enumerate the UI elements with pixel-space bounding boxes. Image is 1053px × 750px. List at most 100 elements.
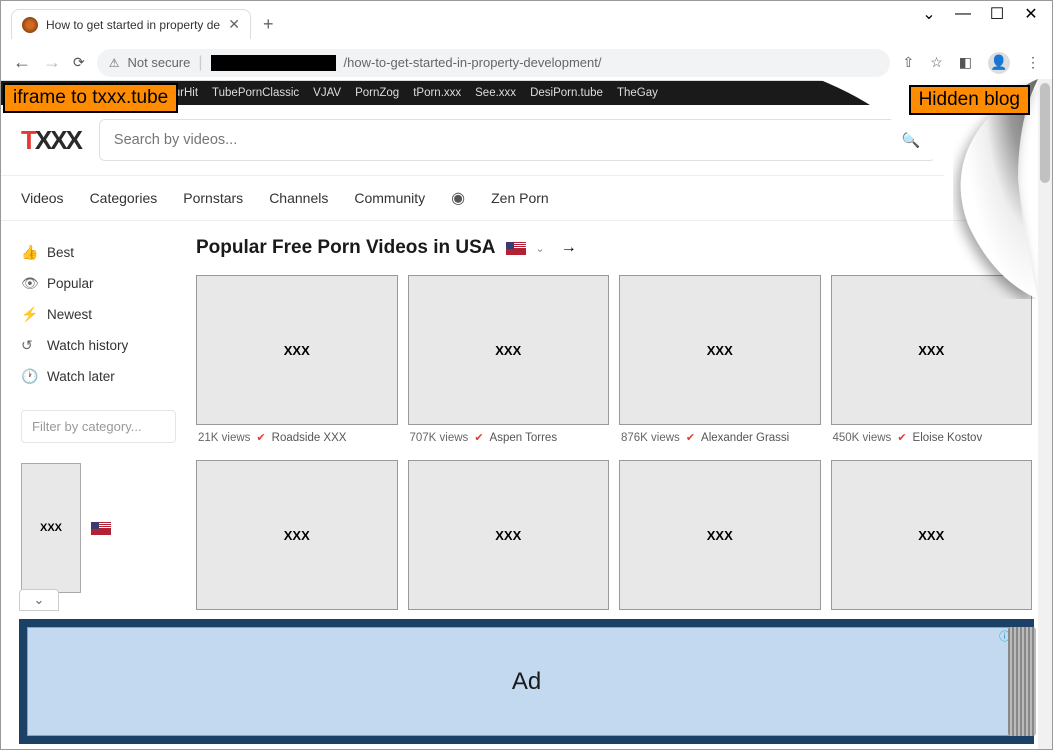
video-thumbnail[interactable]: XXX (196, 460, 398, 610)
video-card[interactable]: XXX 707K views ✔ Aspen Torres (408, 275, 610, 450)
history-icon: ↺ (21, 337, 37, 354)
video-thumbnail[interactable]: XXX (619, 460, 821, 610)
country-flag-icon[interactable] (506, 242, 526, 255)
network-link[interactable]: VJAV (313, 87, 341, 99)
maximize-icon[interactable]: ☐ (990, 7, 1004, 21)
video-author[interactable]: Aspen Torres (490, 432, 558, 444)
forward-button: → (43, 52, 61, 73)
gender-filter-icon[interactable]: ⚥ (964, 130, 978, 150)
nav-community[interactable]: Community (354, 190, 425, 206)
chevron-down-icon[interactable]: ⌄ (922, 7, 936, 21)
country-flag-icon (91, 522, 111, 535)
video-views: 876K views (621, 432, 680, 444)
nav-channels[interactable]: Channels (269, 190, 328, 206)
search-icon[interactable]: 🔍 (902, 131, 921, 149)
video-card[interactable]: XXX 876K views ✔ Alexander Grassi (619, 275, 821, 450)
video-views: 707K views (410, 432, 469, 444)
annotation-iframe-label: iframe to txxx.tube (3, 83, 178, 113)
video-thumbnail[interactable]: XXX (196, 275, 398, 425)
arrow-right-icon[interactable]: → (561, 239, 577, 257)
check-icon: ✔ (256, 431, 265, 444)
lightning-icon: ⚡ (21, 306, 37, 323)
nav-categories[interactable]: Categories (90, 190, 158, 206)
country-flag-icon[interactable] (1002, 134, 1022, 147)
check-icon: ✔ (474, 431, 483, 444)
sidebar-item-history[interactable]: ↺ Watch history (21, 330, 176, 361)
network-link[interactable]: See.xxx (475, 87, 516, 99)
bookmark-icon[interactable]: ☆ (930, 54, 943, 71)
sidebar-item-best[interactable]: 👍 Best (21, 237, 176, 268)
sidebar-label: Popular (47, 276, 94, 291)
sidebar-label: Newest (47, 307, 92, 322)
new-tab-button[interactable]: + (263, 14, 274, 35)
share-icon[interactable]: ⇧ (902, 54, 914, 71)
nav-videos[interactable]: Videos (21, 190, 64, 206)
search-box[interactable]: 🔍 (99, 119, 936, 161)
video-author[interactable]: Eloise Kostov (913, 432, 983, 444)
sidebar-item-watch-later[interactable]: 🕐 Watch later (21, 361, 176, 392)
sidebar-label: Best (47, 245, 74, 260)
video-thumbnail[interactable]: XXX (831, 275, 1033, 425)
video-author[interactable]: Roadside XXX (272, 432, 347, 444)
check-icon: ✔ (686, 431, 695, 444)
minimize-icon[interactable]: — (956, 7, 970, 21)
video-thumbnail[interactable]: XXX (408, 460, 610, 610)
sidebar: 👍 Best 👁 Popular ⚡ Newest ↺ Watch histor… (21, 237, 176, 610)
url-redacted (211, 55, 336, 71)
network-link[interactable]: PornZog (355, 87, 399, 99)
annotation-hidden-blog-label: Hidden blog (909, 85, 1030, 115)
video-card[interactable]: XXX (831, 460, 1033, 610)
zen-icon: ◉ (451, 188, 465, 208)
network-link[interactable]: TheGay (617, 87, 658, 99)
network-link[interactable]: DesiPorn.tube (530, 87, 603, 99)
video-views: 21K views (198, 432, 250, 444)
search-input[interactable] (114, 132, 902, 148)
clock-icon: 🕐 (21, 368, 37, 385)
network-link[interactable]: TubePornClassic (212, 87, 299, 99)
sidebar-thumb[interactable]: XXX (21, 463, 81, 593)
video-card[interactable]: XXX 450K views✔Eloise Kostov (831, 275, 1033, 450)
url-path: /how-to-get-started-in-property-developm… (344, 55, 602, 70)
favicon-icon (22, 17, 38, 33)
video-card[interactable]: XXX 21K views ✔ Roadside XXX (196, 275, 398, 450)
ad-decoration (1008, 627, 1036, 736)
site-logo[interactable]: TXXX (21, 125, 81, 156)
close-window-icon[interactable]: ✕ (1024, 7, 1038, 21)
eye-icon: 👁 (21, 275, 37, 292)
video-card[interactable]: XXX (619, 460, 821, 610)
video-author[interactable]: Alexander Grassi (701, 432, 789, 444)
sidebar-item-popular[interactable]: 👁 Popular (21, 268, 176, 299)
scrollbar[interactable] (1038, 79, 1052, 749)
video-card[interactable]: XXX (196, 460, 398, 610)
video-card[interactable]: XXX (408, 460, 610, 610)
not-secure-label: Not secure (128, 55, 191, 70)
sidebar-label: Watch later (47, 369, 115, 384)
expand-panel-button[interactable]: ⌄ (19, 589, 59, 611)
ad-banner[interactable]: Ad ⓘ ✕ (19, 619, 1034, 744)
back-button[interactable]: ← (13, 52, 31, 73)
video-thumbnail[interactable]: XXX (619, 275, 821, 425)
chevron-down-icon[interactable]: ⌄ (536, 242, 545, 255)
menu-icon[interactable]: ⋮ (1026, 54, 1040, 71)
panel-icon[interactable]: ◧ (959, 54, 972, 71)
nav-zen[interactable]: Zen Porn (491, 190, 549, 206)
video-thumbnail[interactable]: XXX (408, 275, 610, 425)
sidebar-label: Watch history (47, 338, 128, 353)
category-filter-input[interactable]: Filter by category... (21, 410, 176, 443)
browser-tab[interactable]: How to get started in property de ✕ (11, 9, 251, 39)
profile-icon[interactable]: 👤 (988, 52, 1010, 74)
main-nav: Videos Categories Pornstars Channels Com… (1, 175, 1052, 221)
warning-icon: ⚠ (109, 56, 120, 70)
video-views: 450K views (833, 432, 892, 444)
tab-title: How to get started in property de (46, 18, 220, 32)
thumbs-up-icon: 👍 (21, 244, 37, 261)
sidebar-item-newest[interactable]: ⚡ Newest (21, 299, 176, 330)
network-link[interactable]: tPorn.xxx (413, 87, 461, 99)
video-thumbnail[interactable]: XXX (831, 460, 1033, 610)
reload-button[interactable]: ⟳ (73, 54, 85, 71)
section-heading: Popular Free Porn Videos in USA (196, 237, 496, 259)
address-bar[interactable]: ⚠ Not secure | /how-to-get-started-in-pr… (97, 49, 891, 77)
nav-pornstars[interactable]: Pornstars (183, 190, 243, 206)
close-tab-icon[interactable]: ✕ (228, 16, 240, 33)
scrollbar-thumb[interactable] (1040, 83, 1050, 183)
